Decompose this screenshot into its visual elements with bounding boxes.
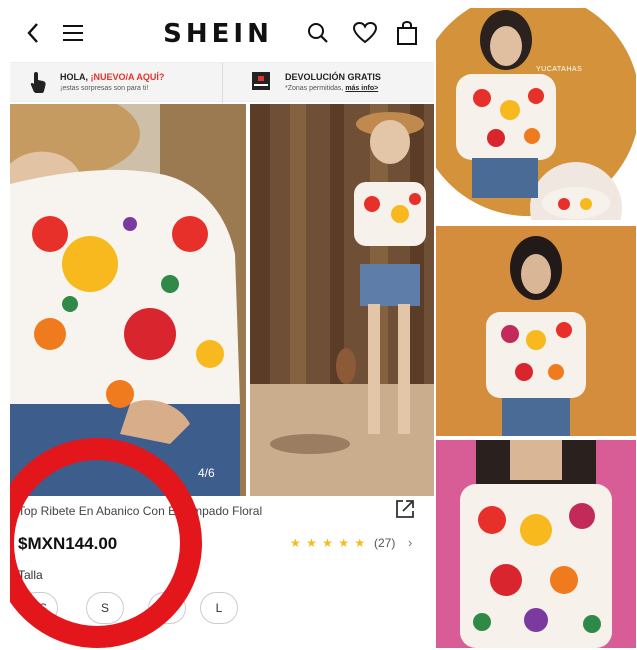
product-photo-full-body[interactable] — [250, 104, 434, 496]
phone-screen: SHEIN HOLA, ¡NUEVO/A AQUÍ? ¡estas sorpre… — [10, 8, 434, 648]
welcome-promo-title: HOLA, ¡NUEVO/A AQUÍ? — [60, 72, 164, 82]
product-image-gallery[interactable]: 4/6 — [10, 104, 434, 496]
hamburger-menu-icon[interactable] — [58, 18, 88, 48]
chevron-right-icon[interactable]: › — [408, 535, 412, 550]
comparison-photo-1: YUCATAHAS — [436, 8, 636, 220]
size-option-xs[interactable]: XS — [20, 592, 58, 624]
shein-logo[interactable]: SHEIN — [158, 18, 278, 50]
product-title: Top Ribete En Abanico Con Estampado Flor… — [18, 504, 263, 518]
free-returns-promo[interactable]: DEVOLUCIÓN GRATIS *Zonas permitidas, más… — [222, 63, 434, 103]
shopping-bag-icon[interactable] — [392, 18, 422, 48]
chevron-left-icon[interactable] — [18, 18, 48, 48]
promo-banner: HOLA, ¡NUEVO/A AQUÍ? ¡estas sorpresas so… — [10, 62, 434, 103]
welcome-promo[interactable]: HOLA, ¡NUEVO/A AQUÍ? ¡estas sorpresas so… — [10, 63, 222, 103]
product-price: $MXN144.00 — [18, 534, 118, 553]
heart-icon[interactable] — [350, 18, 380, 48]
product-photo-closeup[interactable]: 4/6 — [10, 104, 246, 496]
top-navigation-bar: SHEIN — [10, 8, 434, 60]
share-icon[interactable] — [394, 498, 418, 522]
review-count[interactable]: (27) — [374, 536, 395, 550]
photo-watermark: YUCATAHAS — [536, 66, 583, 73]
more-info-link[interactable]: más info> — [345, 85, 378, 92]
free-returns-subtitle: *Zonas permitidas, más info> — [285, 85, 378, 92]
size-label: Talla — [18, 568, 43, 582]
pointing-hand-icon — [28, 70, 50, 94]
size-option-s[interactable]: S — [86, 592, 124, 624]
welcome-title-accent: ¡NUEVO/A AQUÍ? — [90, 72, 165, 82]
welcome-title-prefix: HOLA, — [60, 72, 91, 82]
size-option-l[interactable]: L — [200, 592, 238, 624]
rating-stars[interactable]: ★ ★ ★ ★ ★ — [290, 536, 366, 550]
return-box-icon — [251, 70, 273, 94]
welcome-promo-subtitle: ¡estas sorpresas son para ti! — [60, 85, 149, 92]
gallery-counter: 4/6 — [198, 466, 215, 480]
comparison-photo-3 — [436, 440, 636, 648]
search-icon[interactable] — [303, 18, 333, 48]
size-option-m[interactable]: M — [148, 592, 186, 624]
comparison-photo-2 — [436, 226, 636, 436]
free-returns-title: DEVOLUCIÓN GRATIS — [285, 72, 381, 82]
free-returns-sub-prefix: *Zonas permitidas, — [285, 85, 346, 92]
